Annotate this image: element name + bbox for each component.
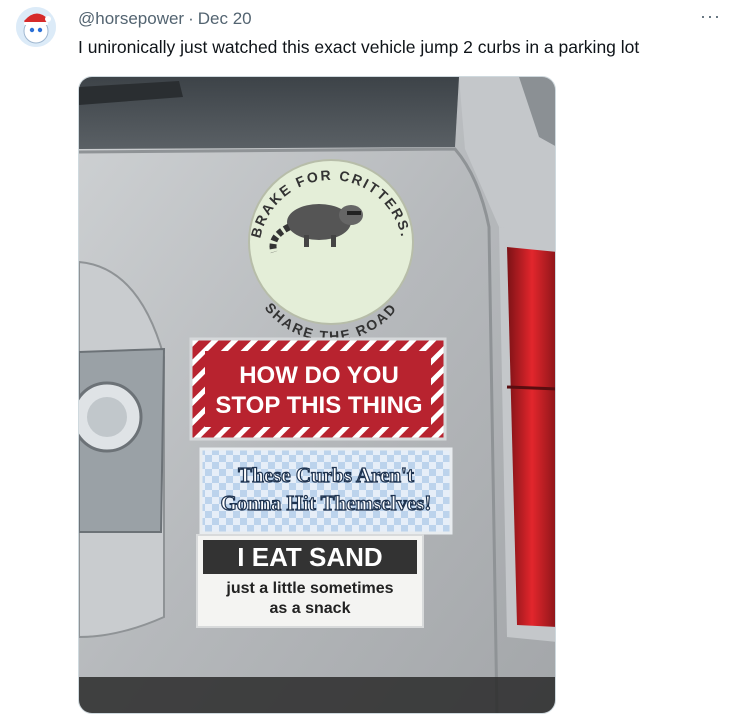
tweet-photo[interactable]: BRAKE FOR CRITTERS. SHARE THE ROAD HOW D…	[78, 76, 556, 714]
checker-sticker-line2: Gonna Hit Themselves!	[221, 491, 432, 515]
user-handle[interactable]: @horsepower	[78, 9, 184, 28]
red-sticker-line2: STOP THIS THING	[215, 392, 422, 419]
tweet-header: @horsepower · Dec 20	[78, 9, 252, 29]
red-sticker-line1: HOW DO YOU	[239, 362, 399, 389]
avatar[interactable]	[16, 7, 56, 47]
car-photo: BRAKE FOR CRITTERS. SHARE THE ROAD HOW D…	[79, 77, 555, 713]
avatar-image	[16, 7, 56, 47]
tweet-text: I unironically just watched this exact v…	[78, 37, 640, 57]
sand-sticker-line2: just a little sometimes	[225, 580, 393, 597]
sand-sticker-line1: I EAT SAND	[237, 542, 382, 572]
more-options-icon[interactable]: ···	[700, 6, 721, 27]
tweet: @horsepower · Dec 20 ··· I unironically ju…	[0, 0, 734, 728]
header-separator: ·	[188, 9, 194, 28]
checker-sticker-line1: These Curbs Aren't	[238, 463, 414, 487]
tweet-date[interactable]: Dec 20	[198, 9, 252, 28]
sand-sticker-line3: as a snack	[270, 600, 351, 617]
